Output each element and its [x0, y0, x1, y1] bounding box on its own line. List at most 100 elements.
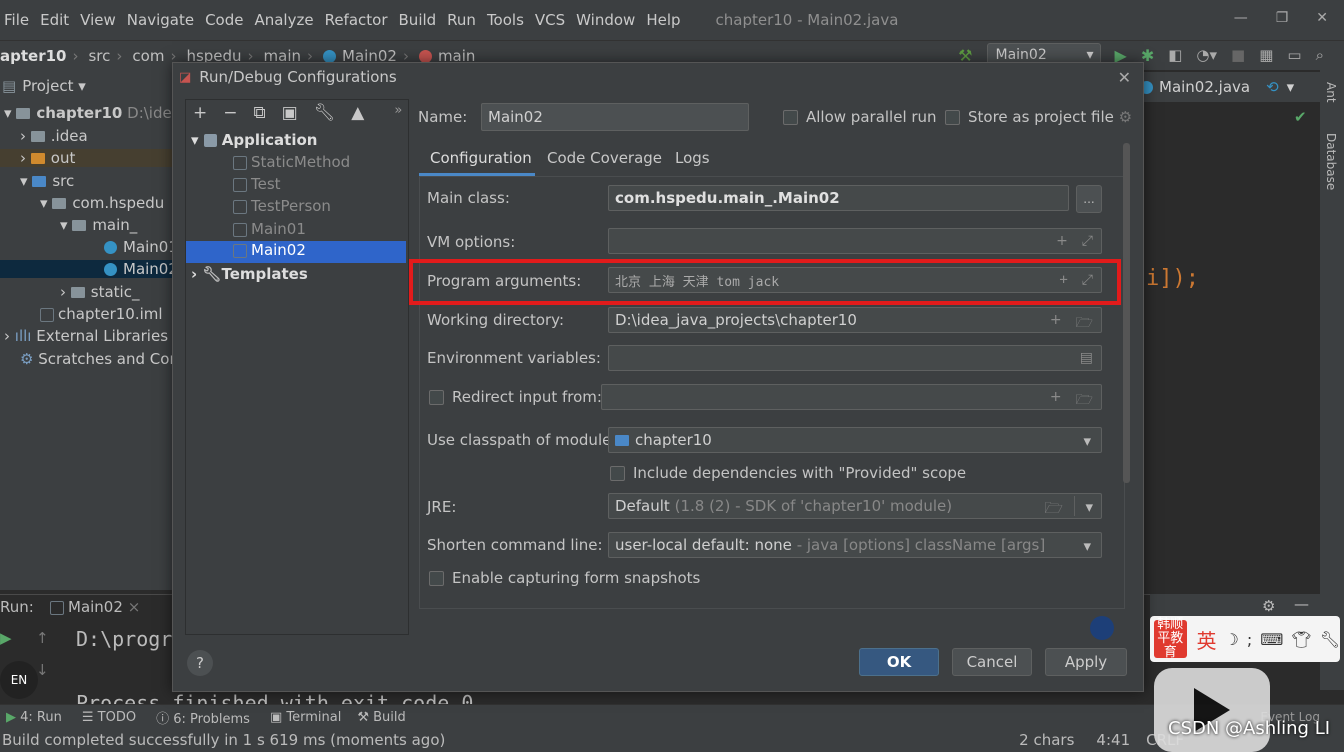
- tree-application[interactable]: ▾ Application: [191, 131, 317, 149]
- tree-item-chapter10[interactable]: ▾ chapter10 D:\idea: [4, 104, 181, 122]
- environment-variables-input[interactable]: ▤: [608, 345, 1102, 371]
- expand-icon[interactable]: ⤢: [1082, 233, 1093, 249]
- search-icon[interactable]: ⌕: [1316, 46, 1324, 64]
- scrollbar[interactable]: [1123, 143, 1130, 483]
- tree-item-main02[interactable]: Main02: [0, 260, 178, 278]
- help-button[interactable]: ?: [187, 650, 213, 676]
- add-icon[interactable]: +: [193, 103, 207, 123]
- redirect-input-checkbox[interactable]: Redirect input from:: [429, 388, 602, 406]
- video-play-overlay[interactable]: [1154, 668, 1270, 752]
- add-icon[interactable]: +: [1050, 389, 1062, 413]
- tabs-dropdown-icon[interactable]: ▾: [1287, 78, 1295, 96]
- minimize-icon[interactable]: —: [1234, 10, 1248, 26]
- working-directory-input[interactable]: D:\idea_java_projects\chapter10 + 🗁︎: [608, 307, 1102, 333]
- tool-problems[interactable]: ⓘ 6: Problems: [156, 708, 250, 727]
- menu-window[interactable]: Window: [576, 11, 635, 29]
- moon-icon[interactable]: ☽: [1225, 630, 1239, 649]
- tree-item-external-libraries[interactable]: › ıllı External Libraries: [4, 327, 168, 345]
- menu-analyze[interactable]: Analyze: [254, 11, 313, 29]
- tab-code-coverage[interactable]: Code Coverage: [547, 149, 662, 167]
- tool-todo[interactable]: ☰ TODO: [82, 710, 136, 725]
- store-project-checkbox[interactable]: Store as project file ⚙: [945, 108, 1132, 126]
- tool-terminal[interactable]: ▣ Terminal: [270, 710, 341, 725]
- expand-icon[interactable]: ⤢: [1082, 272, 1093, 288]
- name-input[interactable]: Main02: [481, 103, 749, 131]
- menu-build[interactable]: Build: [399, 11, 437, 29]
- run-tab-main02[interactable]: Main02 ×: [50, 598, 140, 616]
- browse-button[interactable]: ...: [1076, 185, 1102, 213]
- chevron-down-icon[interactable]: ▾: [1085, 498, 1093, 516]
- cancel-button[interactable]: Cancel: [952, 648, 1032, 676]
- tab-logs[interactable]: Logs: [675, 149, 710, 167]
- tree-item-main01[interactable]: Main01: [104, 238, 178, 256]
- apply-button[interactable]: Apply: [1045, 648, 1127, 676]
- vcs-icon[interactable]: ⟲: [1266, 78, 1279, 96]
- menu-help[interactable]: Help: [646, 11, 680, 29]
- editor-tab-main02[interactable]: Main02.java: [1140, 78, 1250, 96]
- stop-icon[interactable]: ■: [1231, 46, 1245, 64]
- allow-parallel-checkbox[interactable]: Allow parallel run: [783, 108, 937, 126]
- jre-select[interactable]: Default (1.8 (2) - SDK of 'chapter10' mo…: [608, 493, 1102, 519]
- status-caret[interactable]: 4:41: [1096, 731, 1130, 749]
- add-icon[interactable]: +: [1056, 233, 1068, 249]
- shorten-command-select[interactable]: user-local default: none - java [options…: [608, 532, 1102, 558]
- tab-configuration[interactable]: Configuration: [430, 149, 532, 167]
- settings-gear-icon[interactable]: ⚙: [1262, 597, 1275, 615]
- folder-icon[interactable]: 🗁︎: [1044, 498, 1063, 523]
- hide-panel-icon[interactable]: —: [1294, 595, 1309, 613]
- tree-config-main01[interactable]: Main01: [233, 220, 306, 238]
- ant-tool[interactable]: Ant: [1324, 82, 1338, 103]
- tree-item-scratches[interactable]: ⚙ Scratches and Cons: [20, 350, 187, 368]
- database-tool[interactable]: Database: [1324, 133, 1338, 190]
- folder-icon[interactable]: 🗁︎: [1076, 312, 1093, 336]
- menu-view[interactable]: View: [80, 11, 116, 29]
- tree-item-package[interactable]: ▾ com.hspedu: [40, 194, 164, 212]
- add-icon[interactable]: +: [1059, 272, 1067, 288]
- remove-icon[interactable]: −: [223, 103, 237, 123]
- tree-item-out[interactable]: › out: [0, 149, 172, 167]
- menu-code[interactable]: Code: [205, 11, 243, 29]
- close-window-icon[interactable]: ✕: [1316, 10, 1328, 26]
- layout-icon[interactable]: ▭: [1287, 46, 1301, 64]
- more-icon[interactable]: »: [394, 103, 402, 123]
- close-icon[interactable]: ✕: [1118, 68, 1131, 87]
- profile-icon[interactable]: ◔▾: [1196, 46, 1217, 64]
- tree-templates[interactable]: › 🔧︎Templates: [191, 265, 308, 283]
- folder-icon[interactable]: 🗁︎: [1076, 389, 1093, 413]
- include-dependencies-checkbox[interactable]: Include dependencies with "Provided" sco…: [610, 464, 966, 482]
- tree-config-staticmethod[interactable]: StaticMethod: [233, 153, 350, 171]
- tool-run[interactable]: ▶ 4: Run: [6, 710, 62, 725]
- wrench-icon[interactable]: 🔧︎: [1320, 630, 1340, 649]
- tree-item-main-package[interactable]: ▾ main_: [60, 216, 137, 234]
- tree-config-main02[interactable]: Main02: [186, 241, 406, 263]
- coverage-icon[interactable]: ◧: [1168, 46, 1182, 64]
- menu-file[interactable]: File: [4, 11, 29, 29]
- project-structure-icon[interactable]: ▦: [1259, 46, 1273, 64]
- breadcrumb-project[interactable]: apter10: [0, 47, 66, 65]
- tree-item-static[interactable]: › static_: [60, 283, 139, 301]
- tree-config-testperson[interactable]: TestPerson: [233, 197, 331, 215]
- classpath-module-select[interactable]: chapter10 ▾: [608, 427, 1102, 453]
- menu-edit[interactable]: Edit: [40, 11, 69, 29]
- ime-language[interactable]: 英: [1197, 625, 1217, 654]
- move-up-icon[interactable]: ▲: [351, 103, 364, 123]
- project-panel-header[interactable]: ▤ Project ▾: [2, 77, 86, 95]
- wrench-icon[interactable]: 🔧︎: [314, 103, 336, 123]
- breadcrumb-src[interactable]: src: [88, 47, 110, 65]
- tree-item-iml[interactable]: chapter10.iml: [40, 305, 163, 323]
- menu-run[interactable]: Run: [447, 11, 476, 29]
- vm-options-input[interactable]: + ⤢: [608, 228, 1102, 254]
- punctuation-icon[interactable]: ;: [1247, 630, 1252, 649]
- rerun-icon[interactable]: ▶: [0, 629, 12, 647]
- program-arguments-input[interactable]: 北京 上海 天津 tom jack + ⤢: [608, 267, 1102, 293]
- tree-item-src[interactable]: ▾ src: [20, 172, 74, 190]
- tree-config-test[interactable]: Test: [233, 175, 281, 193]
- keyboard-icon[interactable]: ⌨: [1260, 630, 1283, 649]
- capture-snapshots-checkbox[interactable]: Enable capturing form snapshots: [429, 569, 700, 587]
- menu-tools[interactable]: Tools: [487, 11, 524, 29]
- main-class-input[interactable]: com.hspedu.main_.Main02: [608, 185, 1069, 211]
- save-icon[interactable]: ▣: [282, 103, 298, 123]
- up-icon[interactable]: ↑: [36, 629, 49, 647]
- tree-item-idea[interactable]: › .idea: [20, 127, 88, 145]
- add-icon[interactable]: +: [1050, 312, 1062, 336]
